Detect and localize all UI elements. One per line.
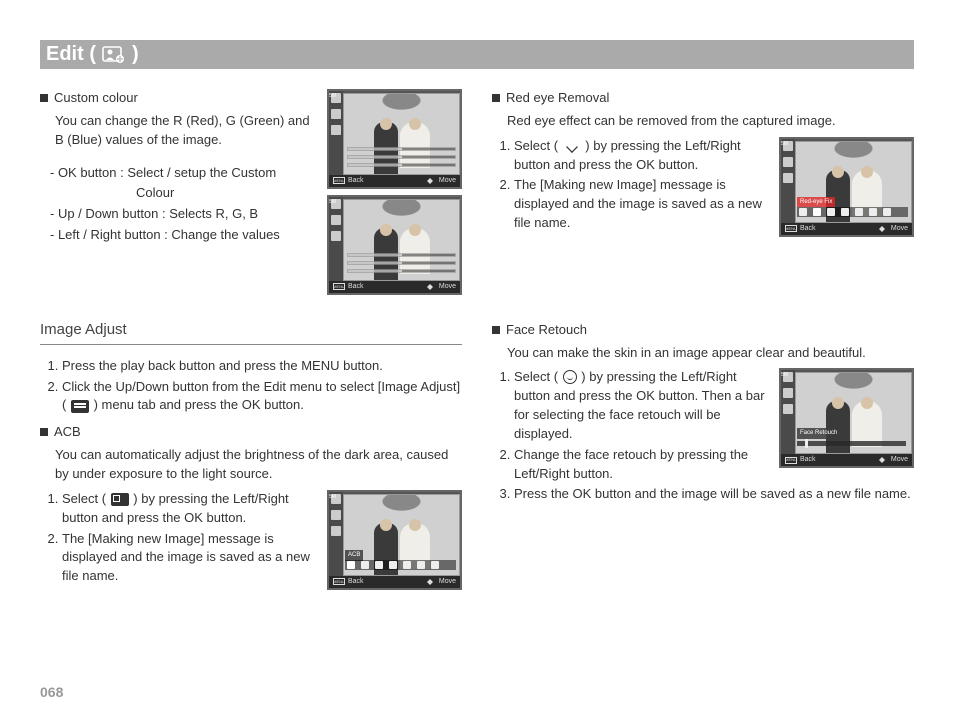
title-prefix: Edit ( [46, 43, 96, 66]
bullet-icon [492, 326, 500, 334]
redeye-desc: Red eye effect can be removed from the c… [507, 112, 914, 131]
strip-icon [799, 208, 807, 216]
strip-icon [827, 208, 835, 216]
lcd-move-label: Move [891, 224, 908, 234]
lcd-move-label: Move [891, 455, 908, 465]
menu-icon: MENU [333, 578, 345, 585]
acb-icon [111, 493, 129, 506]
lcd-face-retouch: 5M Face Retouch MENUBack Move [779, 368, 914, 468]
list-item: Click the Up/Down button from the Edit m… [62, 378, 462, 416]
image-adjust-steps: Press the play back button and press the… [62, 357, 462, 416]
section-acb: ACB You can automatically adjust the bri… [40, 423, 462, 596]
strip-icon [347, 561, 355, 569]
acb-heading: ACB [54, 423, 81, 442]
lcd-custom-colour-1: 5M MENUBack Move [327, 89, 462, 189]
list-item: Press the OK button and the image will b… [514, 485, 914, 504]
redeye-brush-icon [563, 140, 581, 153]
face-retouch-slider [797, 441, 906, 446]
bullet-icon [40, 428, 48, 436]
strip-icon [869, 208, 877, 216]
custom-colour-screenshots: 5M MENUBack Move 5M MENUBack Move [327, 89, 462, 301]
side-icon [331, 215, 341, 225]
mode-label: 5M [329, 199, 336, 206]
side-icon [331, 231, 341, 241]
redeye-heading: Red eye Removal [506, 89, 609, 108]
face-icon [563, 370, 577, 384]
strip-icon [855, 208, 863, 216]
mode-label: 5M [781, 372, 788, 379]
lcd-back-label: Back [348, 577, 364, 587]
list-item: Press the play back button and press the… [62, 357, 462, 376]
custom-colour-heading: Custom colour [54, 89, 138, 108]
lcd-caption-face: Face Retouch [797, 428, 840, 439]
lcd-custom-colour-2: 5M MENUBack Move [327, 195, 462, 295]
lcd-redeye: 5M Red-eye Fix MENUBack Move [779, 137, 914, 237]
acb-desc: You can automatically adjust the brightn… [55, 446, 462, 484]
left-column: 5M MENUBack Move 5M MENUBack Move [40, 89, 462, 614]
page-title-bar: Edit ( ) [40, 40, 914, 69]
strip-icon [841, 208, 849, 216]
side-icon [331, 526, 341, 536]
strip-icon [403, 561, 411, 569]
lcd-move-label: Move [439, 176, 456, 186]
menu-icon: MENU [333, 283, 345, 290]
section-custom-colour: 5M MENUBack Move 5M MENUBack Move [40, 89, 462, 301]
mode-label: 5M [329, 93, 336, 100]
strip-icon [883, 208, 891, 216]
lcd-back-label: Back [348, 176, 364, 186]
side-icon [331, 510, 341, 520]
strip-icon [431, 561, 439, 569]
bullet-icon [40, 94, 48, 102]
page-number: 068 [40, 684, 63, 700]
image-adjust-icon [71, 400, 89, 413]
strip-icon [417, 561, 425, 569]
strip-icon [361, 561, 369, 569]
strip-icon [813, 208, 821, 216]
bullet-icon [492, 94, 500, 102]
menu-icon: MENU [785, 225, 797, 232]
face-retouch-desc: You can make the skin in an image appear… [507, 344, 914, 363]
side-icon [783, 404, 793, 414]
title-suffix: ) [132, 43, 139, 66]
edit-portrait-icon [102, 46, 126, 64]
strip-icon [375, 561, 383, 569]
right-column: Red eye Removal Red eye effect can be re… [492, 89, 914, 614]
section-face-retouch: Face Retouch You can make the skin in an… [492, 321, 914, 513]
side-icon [783, 388, 793, 398]
acb-screenshot-wrap: 5M ACB MENUBack Move [327, 490, 462, 596]
menu-icon: MENU [785, 457, 797, 464]
lcd-back-label: Back [348, 282, 364, 292]
section-redeye: Red eye Removal Red eye effect can be re… [492, 89, 914, 243]
side-icon [783, 173, 793, 183]
side-icon [783, 157, 793, 167]
lcd-move-label: Move [439, 282, 456, 292]
lcd-back-label: Back [800, 455, 816, 465]
menu-icon: MENU [333, 177, 345, 184]
mode-label: 5M [329, 494, 336, 501]
strip-icon [389, 561, 397, 569]
face-retouch-heading: Face Retouch [506, 321, 587, 340]
side-icon [331, 109, 341, 119]
mode-label: 5M [781, 141, 788, 148]
lcd-acb: 5M ACB MENUBack Move [327, 490, 462, 590]
face-retouch-screenshot-wrap: 5M Face Retouch MENUBack Move [779, 368, 914, 474]
lcd-back-label: Back [800, 224, 816, 234]
image-adjust-heading: Image Adjust [40, 319, 462, 345]
lcd-move-label: Move [439, 577, 456, 587]
redeye-screenshot-wrap: 5M Red-eye Fix MENUBack Move [779, 137, 914, 243]
side-icon [331, 125, 341, 135]
